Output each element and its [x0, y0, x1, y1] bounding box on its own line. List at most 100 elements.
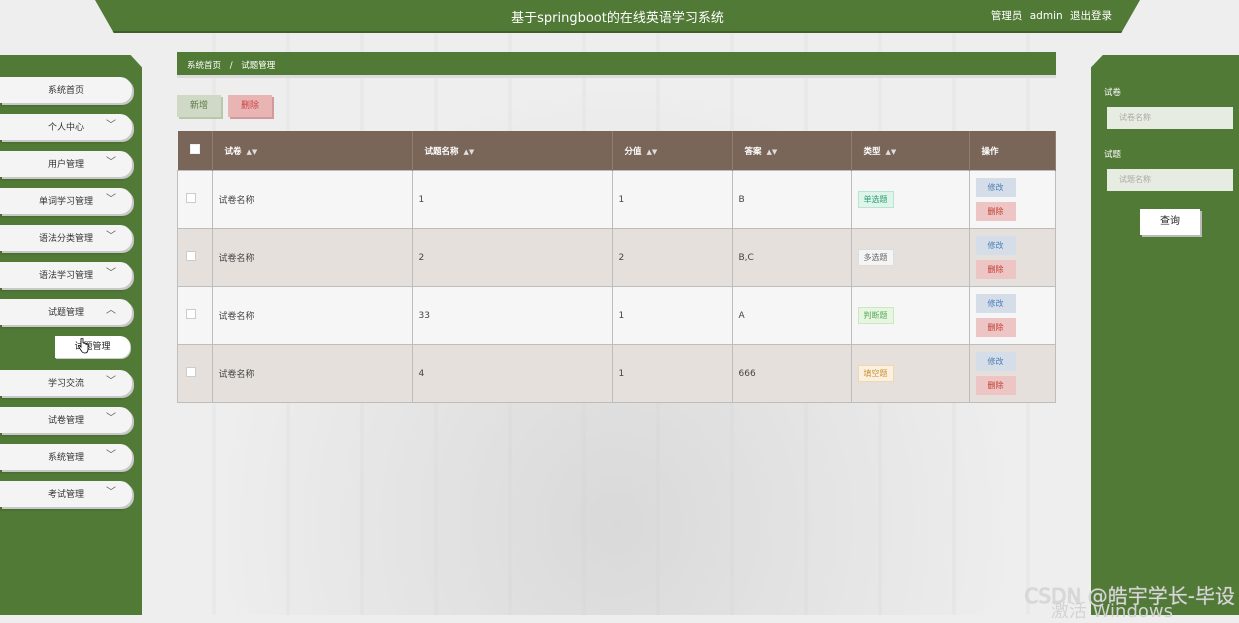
chevron-down-icon: ﹀ [106, 231, 116, 242]
edit-button[interactable]: 修改 [975, 178, 1016, 197]
row-select-cell [177, 228, 213, 287]
paper-search-label: 试卷 [1104, 88, 1122, 98]
question-search-label: 试题 [1104, 150, 1122, 160]
chevron-down-icon: ﹀ [106, 450, 116, 461]
sort-icon: ▲▼ [246, 147, 258, 156]
sidebar-item-personal-center[interactable]: 个人中心 ﹀ [0, 114, 132, 140]
sidebar-item-system-management[interactable]: 系统管理 ﹀ [0, 444, 132, 470]
edit-button[interactable]: 修改 [975, 352, 1016, 371]
cell-type: 判断题 [850, 286, 970, 345]
type-badge: 判断题 [857, 307, 894, 324]
chevron-down-icon: ﹀ [106, 194, 116, 205]
batch-delete-button[interactable]: 删除 [228, 95, 272, 117]
cell-paper: 试卷名称 [211, 286, 413, 345]
sidebar-item-label: 系统首页 [47, 86, 84, 96]
cell-question-name: 4 [411, 344, 613, 403]
column-header-question-name[interactable]: 试题名称 ▲▼ [412, 131, 613, 171]
app-title: 基于springboot的在线英语学习系统 [511, 11, 724, 26]
sidebar-item-grammar-category[interactable]: 语法分类管理 ﹀ [0, 225, 132, 251]
column-label: 试卷 [224, 146, 242, 157]
top-header: 基于springboot的在线英语学习系统 管理员 admin 退出登录 [95, 0, 1140, 33]
chevron-down-icon: ﹀ [106, 376, 116, 387]
row-checkbox[interactable] [186, 251, 196, 261]
column-header-type[interactable]: 类型 ▲▼ [851, 131, 970, 171]
cell-actions: 修改 删除 [968, 228, 1056, 287]
chevron-down-icon: ﹀ [106, 487, 116, 498]
sidebar-item-question-management[interactable]: 试题管理 ︿ [0, 299, 132, 325]
hand-cursor-icon [77, 338, 89, 354]
cell-actions: 修改 删除 [968, 286, 1056, 345]
chevron-down-icon: ﹀ [106, 120, 116, 131]
chevron-down-icon: ﹀ [106, 268, 116, 279]
sort-icon: ▲▼ [646, 147, 658, 156]
column-label: 操作 [981, 146, 999, 157]
sidebar-subitem-question-management[interactable]: 试题管理 [55, 336, 130, 358]
table-header-row: 试卷 ▲▼ 试题名称 ▲▼ 分值 ▲▼ 答案 ▲▼ 类型 ▲▼ 操作 [177, 131, 1056, 171]
sidebar-item-grammar-learning[interactable]: 语法学习管理 ﹀ [0, 262, 132, 288]
cell-paper: 试卷名称 [211, 344, 413, 403]
sidebar-item-exam-management[interactable]: 考试管理 ﹀ [0, 481, 132, 507]
delete-button[interactable]: 删除 [975, 318, 1016, 337]
cell-actions: 修改 删除 [968, 170, 1056, 229]
table-row: 试卷名称 1 1 B 单选题 修改 删除 [177, 170, 1056, 229]
delete-button[interactable]: 删除 [975, 260, 1016, 279]
cell-score: 1 [611, 170, 733, 229]
row-select-cell [177, 344, 213, 403]
row-checkbox[interactable] [186, 367, 196, 377]
sort-icon: ▲▼ [766, 147, 778, 156]
type-badge: 单选题 [857, 191, 894, 208]
question-table: 试卷 ▲▼ 试题名称 ▲▼ 分值 ▲▼ 答案 ▲▼ 类型 ▲▼ 操作 试卷名称 1 1 [177, 131, 1056, 403]
sort-icon: ▲▼ [463, 147, 475, 156]
row-checkbox[interactable] [186, 193, 196, 203]
row-select-cell [177, 286, 213, 345]
cell-answer: B [731, 170, 852, 229]
sidebar-menu: 系统首页 个人中心 ﹀ 用户管理 ﹀ 单词学习管理 ﹀ 语法分类管理 ﹀ 语法学… [0, 77, 142, 518]
sidebar-item-label: 系统管理 [47, 453, 84, 463]
row-select-cell [177, 170, 213, 229]
column-header-answer[interactable]: 答案 ▲▼ [732, 131, 852, 171]
delete-button[interactable]: 删除 [975, 202, 1016, 221]
question-search-input[interactable]: 试题名称 [1107, 169, 1233, 191]
cell-paper: 试卷名称 [211, 170, 413, 229]
cell-answer: 666 [731, 344, 852, 403]
sidebar-item-learning-exchange[interactable]: 学习交流 ﹀ [0, 370, 132, 396]
left-sidebar: 系统首页 个人中心 ﹀ 用户管理 ﹀ 单词学习管理 ﹀ 语法分类管理 ﹀ 语法学… [0, 55, 142, 615]
breadcrumb-home[interactable]: 系统首页 [187, 61, 221, 71]
cell-answer: B,C [731, 228, 852, 287]
sidebar-item-label: 考试管理 [47, 490, 84, 500]
sidebar-item-paper-management[interactable]: 试卷管理 ﹀ [0, 407, 132, 433]
sort-icon: ▲▼ [885, 147, 897, 156]
sidebar-item-label: 学习交流 [47, 379, 84, 389]
column-label: 答案 [744, 146, 762, 157]
edit-button[interactable]: 修改 [975, 294, 1016, 313]
column-header-score[interactable]: 分值 ▲▼ [612, 131, 733, 171]
paper-search-input[interactable]: 试卷名称 [1107, 107, 1233, 129]
table-row: 试卷名称 4 1 666 填空题 修改 删除 [177, 344, 1056, 403]
cell-question-name: 2 [411, 228, 613, 287]
user-area: 管理员 admin 退出登录 [987, 8, 1112, 23]
delete-button[interactable]: 删除 [975, 376, 1016, 395]
sidebar-item-label: 语法学习管理 [38, 271, 93, 281]
sidebar-item-home[interactable]: 系统首页 [0, 77, 132, 103]
table-row: 试卷名称 33 1 A 判断题 修改 删除 [177, 286, 1056, 345]
logout-link[interactable]: 退出登录 [1070, 10, 1112, 22]
cell-score: 1 [611, 286, 733, 345]
chevron-down-icon: ﹀ [106, 157, 116, 168]
add-button[interactable]: 新增 [177, 95, 221, 117]
select-all-cell [177, 131, 213, 171]
search-button[interactable]: 查询 [1140, 209, 1200, 235]
sidebar-item-word-learning[interactable]: 单词学习管理 ﹀ [0, 188, 132, 214]
breadcrumb-separator: / [229, 61, 233, 71]
column-header-paper[interactable]: 试卷 ▲▼ [212, 131, 413, 171]
cell-score: 1 [611, 344, 733, 403]
sidebar-item-label: 用户管理 [47, 160, 84, 170]
row-checkbox[interactable] [186, 309, 196, 319]
select-all-checkbox[interactable] [189, 144, 200, 154]
search-sidebar: 试卷 试卷名称 试题 试题名称 查询 [1091, 55, 1239, 615]
cell-paper: 试卷名称 [211, 228, 413, 287]
sidebar-item-user-management[interactable]: 用户管理 ﹀ [0, 151, 132, 177]
cell-question-name: 33 [411, 286, 613, 345]
edit-button[interactable]: 修改 [975, 236, 1016, 255]
breadcrumb: 系统首页 / 试题管理 [177, 52, 1056, 78]
cell-type: 填空题 [850, 344, 970, 403]
